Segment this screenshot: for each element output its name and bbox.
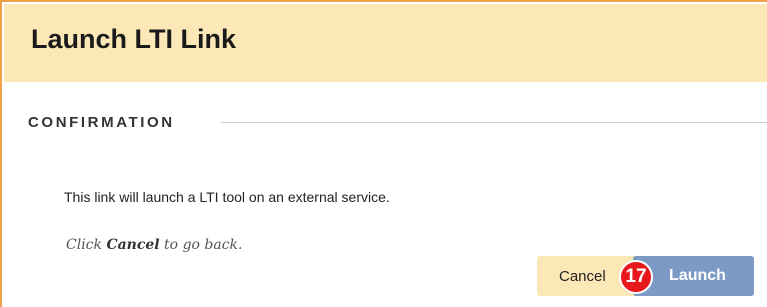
section-label: CONFIRMATION [28, 114, 175, 131]
launch-message: This link will launch a LTI tool on an e… [64, 189, 390, 205]
confirmation-section-header: CONFIRMATION [28, 114, 767, 134]
hint-prefix: Click [66, 237, 107, 253]
section-divider [221, 122, 767, 123]
page-title: Launch LTI Link [31, 24, 236, 54]
hint-emphasis: Cancel [106, 237, 160, 253]
hint-suffix: to go back. [159, 237, 243, 253]
cancel-hint: Click Cancel to go back. [66, 237, 243, 253]
dialog-frame: Launch LTI Link CONFIRMATION This link w… [0, 0, 767, 307]
dialog-header: Launch LTI Link [4, 4, 767, 82]
step-number-badge: 17 [619, 260, 653, 294]
